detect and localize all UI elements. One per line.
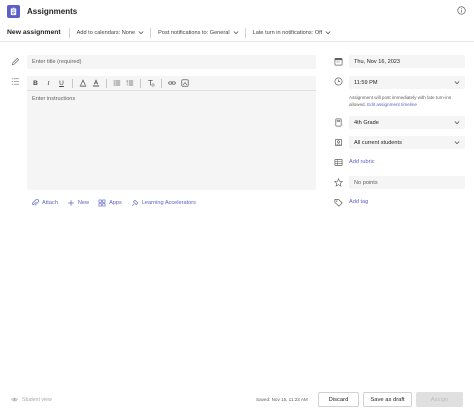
due-time-value: 11:59 PM: [354, 79, 378, 86]
class-value: 4th Grade: [354, 119, 379, 126]
assignment-toolbar: New assignment Add to calendars: None Po…: [0, 24, 474, 42]
add-rubric-link[interactable]: Add rubric: [349, 159, 375, 165]
new-button[interactable]: New: [67, 199, 89, 207]
paperclip-icon: [32, 199, 39, 206]
students-icon: [334, 138, 343, 147]
timeline-note: Assignment will post immediately with la…: [349, 95, 469, 108]
link-icon[interactable]: [167, 79, 176, 88]
text-lines-icon: [11, 78, 20, 85]
pencil-icon: [11, 57, 20, 66]
info-icon[interactable]: [457, 6, 466, 15]
chevron-down-icon: [138, 31, 144, 35]
assign-button[interactable]: Assign: [416, 392, 463, 407]
late-turn-in-notifications-label: Late turn in notifications: Off: [252, 29, 323, 36]
apps-icon: [98, 199, 106, 207]
save-as-draft-button[interactable]: Save as draft: [363, 392, 412, 407]
discard-button[interactable]: Discard: [318, 392, 359, 407]
app-title: Assignments: [27, 6, 78, 16]
new-label: New: [77, 200, 90, 206]
chevron-down-icon: [233, 31, 239, 35]
apps-label: Apps: [109, 200, 122, 206]
class-select[interactable]: 4th Grade: [349, 116, 465, 129]
learning-accelerators-label: Learning Accelerators: [141, 200, 196, 206]
rubric-icon: [334, 158, 343, 167]
app-header: Assignments: [0, 0, 474, 22]
add-tag-link[interactable]: Add tag: [349, 199, 368, 205]
image-icon[interactable]: [180, 79, 189, 88]
saved-status: Saved: Nov 15, 11:23 AM: [256, 397, 308, 402]
edit-assignment-timeline-link[interactable]: Edit assignment timeline: [367, 102, 417, 107]
editor-toolbar: B I U: [27, 76, 316, 91]
due-date-value: Thu, Nov 16, 2023: [354, 58, 401, 65]
clock-icon: [334, 77, 343, 86]
due-time-field[interactable]: 11:59 PM: [349, 76, 465, 89]
students-value: All current students: [354, 139, 402, 146]
attach-button[interactable]: Attach: [31, 199, 58, 207]
tag-icon: [334, 198, 343, 207]
new-assignment-label: New assignment: [7, 29, 61, 36]
italic-icon[interactable]: I: [44, 79, 53, 88]
student-view-toggle: Student view: [11, 396, 52, 403]
points-placeholder: No points: [354, 179, 378, 186]
clear-format-icon[interactable]: [146, 79, 155, 88]
apps-button[interactable]: Apps: [98, 199, 122, 207]
toolbar-divider: [106, 78, 107, 88]
eye-icon: [11, 397, 18, 402]
points-input[interactable]: No points: [349, 176, 465, 189]
assignments-app-icon: [7, 4, 20, 18]
add-to-calendars-label: Add to calendars: None: [76, 29, 136, 36]
toolbar-divider: [161, 78, 162, 88]
class-notebook-icon: [335, 118, 342, 127]
attach-row: Attach New Apps Learning Accelerators: [31, 199, 205, 207]
plus-icon: [68, 200, 74, 206]
student-view-label: Student view: [22, 396, 52, 403]
add-to-calendars-dropdown[interactable]: Add to calendars: None: [70, 30, 150, 36]
due-date-field[interactable]: Thu, Nov 16, 2023: [349, 55, 465, 68]
toolbar-divider: [72, 78, 73, 88]
bold-icon[interactable]: B: [31, 79, 40, 88]
star-icon: [334, 178, 343, 187]
toolbar-divider: [140, 78, 141, 88]
chevron-down-icon: [454, 141, 460, 145]
instructions-editor[interactable]: B I U Enter instructions: [27, 76, 316, 190]
chevron-down-icon: [454, 81, 460, 85]
post-notifications-dropdown[interactable]: Post notifications to: General: [151, 30, 245, 36]
underline-icon[interactable]: U: [57, 79, 66, 88]
title-input[interactable]: [27, 55, 316, 69]
students-select[interactable]: All current students: [349, 136, 465, 149]
instructions-placeholder: Enter instructions: [32, 96, 76, 102]
bullet-list-icon[interactable]: [112, 79, 121, 88]
chevron-down-icon: [454, 121, 460, 125]
font-color-icon[interactable]: [91, 79, 100, 88]
learning-accelerators-icon: [131, 199, 139, 207]
calendar-icon: [334, 57, 343, 66]
attach-label: Attach: [42, 200, 58, 206]
numbered-list-icon[interactable]: [125, 79, 134, 88]
late-turn-in-notifications-dropdown[interactable]: Late turn in notifications: Off: [246, 30, 338, 36]
learning-accelerators-button[interactable]: Learning Accelerators: [131, 199, 196, 207]
chevron-down-icon: [325, 31, 331, 35]
post-notifications-label: Post notifications to: General: [158, 29, 230, 36]
highlight-icon[interactable]: [78, 79, 87, 88]
